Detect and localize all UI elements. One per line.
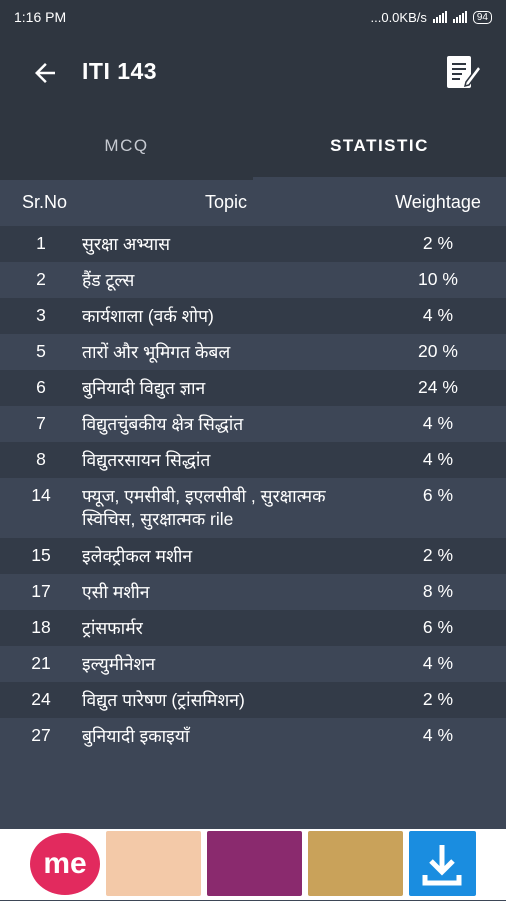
row-topic: सुरक्षा अभ्यास: [82, 234, 171, 254]
back-arrow-icon[interactable]: [30, 58, 60, 88]
row-topic: ट्रांसफार्मर: [82, 618, 143, 638]
row-weightage: 8 %: [422, 581, 454, 601]
row-srno: 8: [36, 449, 46, 469]
row-weightage: 4 %: [422, 653, 454, 673]
ad-image[interactable]: [308, 831, 403, 896]
header-topic: Topic: [204, 191, 248, 212]
header-weightage: Weightage: [395, 191, 481, 212]
row-weightage: 10 %: [418, 269, 458, 289]
row-srno: 18: [31, 617, 51, 637]
row-weightage: 4 %: [422, 725, 454, 745]
app-toolbar: ITI 143: [0, 34, 506, 112]
row-srno: 14: [31, 485, 51, 505]
table-row: 5 तारों और भूमिगत केबल 20 %: [0, 334, 506, 370]
table-row: 8 विद्युतरसायन सिद्धांत 4 %: [0, 442, 506, 478]
table-row: 6 बुनियादी विद्युत ज्ञान 24 %: [0, 370, 506, 406]
signal-icon-2: [452, 11, 467, 23]
table-row: 17 एसी मशीन 8 %: [0, 574, 506, 610]
row-weightage: 6 %: [422, 617, 454, 637]
ad-logo[interactable]: me: [30, 833, 100, 895]
table-row: 21 इल्युमीनेशन 4 %: [0, 646, 506, 682]
notes-edit-icon[interactable]: [444, 54, 482, 92]
row-weightage: 2 %: [422, 689, 454, 709]
row-weightage: 24 %: [418, 377, 458, 397]
row-topic: फ्यूज, एमसीबी, इएलसीबी , सुरक्षात्मक स्व…: [82, 486, 326, 529]
table-row: 14 फ्यूज, एमसीबी, इएलसीबी , सुरक्षात्मक …: [0, 478, 506, 538]
row-weightage: 2 %: [422, 545, 454, 565]
row-srno: 2: [36, 269, 46, 289]
row-topic: विद्युतरसायन सिद्धांत: [82, 450, 211, 470]
table-row: 3 कार्यशाला (वर्क शोप) 4 %: [0, 298, 506, 334]
table-row: 7 विद्युतचुंबकीय क्षेत्र सिद्धांत 4 %: [0, 406, 506, 442]
row-srno: 6: [36, 377, 46, 397]
battery-icon: 94: [472, 10, 492, 24]
tab-bar: MCQ STATISTIC: [0, 112, 506, 180]
ad-image[interactable]: [106, 831, 201, 896]
ad-download-icon[interactable]: [409, 831, 476, 896]
tab-statistic[interactable]: STATISTIC: [253, 112, 506, 180]
row-topic: तारों और भूमिगत केबल: [82, 342, 231, 362]
status-indicators: ...0.0KB/s 94: [370, 9, 492, 25]
table-row: 18 ट्रांसफार्मर 6 %: [0, 610, 506, 646]
status-time: 1:16 PM: [14, 9, 67, 25]
page-title: ITI 143: [82, 58, 158, 84]
network-speed: ...0.0KB/s: [370, 9, 427, 25]
row-srno: 17: [31, 581, 51, 601]
row-weightage: 4 %: [422, 305, 454, 325]
row-srno: 7: [36, 413, 46, 433]
row-srno: 15: [31, 545, 51, 565]
row-weightage: 4 %: [422, 449, 454, 469]
download-icon: [422, 845, 462, 886]
signal-icon: [432, 11, 447, 23]
row-weightage: 6 %: [422, 485, 454, 505]
row-topic: इल्युमीनेशन: [82, 654, 156, 674]
row-topic: हैंड टूल्स: [82, 270, 135, 290]
row-srno: 27: [31, 725, 51, 745]
row-topic: बुनियादी इकाइयाँ: [82, 726, 190, 746]
row-srno: 1: [36, 233, 46, 253]
header-srno: Sr.No: [22, 191, 68, 212]
row-topic: इलेक्ट्रीकल मशीन: [82, 546, 193, 566]
table-row: 27 बुनियादी इकाइयाँ 4 %: [0, 718, 506, 754]
row-srno: 5: [36, 341, 46, 361]
row-topic: बुनियादी विद्युत ज्ञान: [82, 378, 206, 398]
tab-mcq[interactable]: MCQ: [0, 112, 253, 180]
table-row: 24 विद्युत पारेषण (ट्रांसमिशन) 2 %: [0, 682, 506, 718]
row-weightage: 2 %: [422, 233, 454, 253]
table-row: 1 सुरक्षा अभ्यास 2 %: [0, 226, 506, 262]
row-topic: एसी मशीन: [82, 582, 150, 602]
row-topic: विद्युत पारेषण (ट्रांसमिशन): [82, 690, 245, 710]
table-row: 2 हैंड टूल्स 10 %: [0, 262, 506, 298]
ad-banner[interactable]: me: [0, 829, 506, 900]
row-topic: विद्युतचुंबकीय क्षेत्र सिद्धांत: [82, 414, 244, 434]
row-srno: 3: [36, 305, 46, 325]
ad-image[interactable]: [207, 831, 302, 896]
row-weightage: 4 %: [422, 413, 454, 433]
row-srno: 24: [31, 689, 51, 709]
table-row: 15 इलेक्ट्रीकल मशीन 2 %: [0, 538, 506, 574]
row-weightage: 20 %: [418, 341, 458, 361]
row-srno: 21: [31, 653, 51, 673]
status-bar: 1:16 PM ...0.0KB/s 94: [0, 0, 506, 34]
row-topic: कार्यशाला (वर्क शोप): [82, 306, 214, 326]
table-header: Sr.No Topic Weightage: [0, 180, 506, 224]
